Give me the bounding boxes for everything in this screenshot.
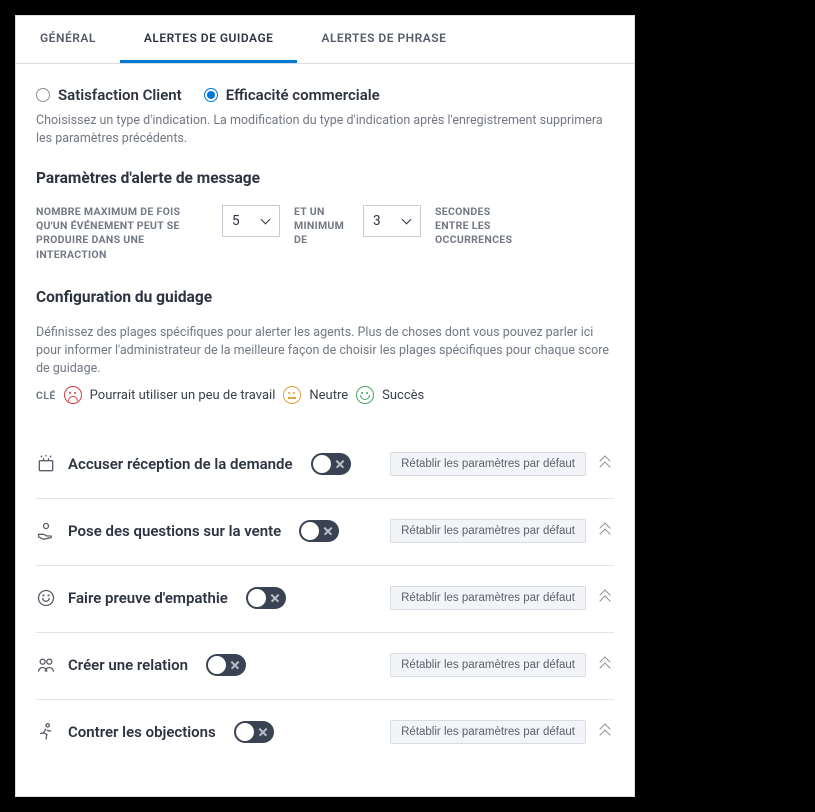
radio-label-sales: Efficacité commerciale: [226, 86, 380, 104]
key-work-text: Pourrait utiliser un peu de travail: [90, 388, 276, 403]
reset-defaults-button[interactable]: Rétablir les paramètres par défaut: [390, 519, 586, 543]
guidance-item-empathy: Faire preuve d'empathie Rétablir les par…: [36, 566, 614, 633]
reset-defaults-button[interactable]: Rétablir les paramètres par défaut: [390, 586, 586, 610]
guidance-item-questions: Pose des questions sur la vente Rétablir…: [36, 499, 614, 566]
guidance-item-rapport: Créer une relation Rétablir les paramètr…: [36, 633, 614, 700]
toggle-rapport[interactable]: [206, 654, 246, 676]
radio-customer-satisfaction[interactable]: [36, 88, 50, 102]
empathy-icon: [36, 588, 56, 608]
expand-icon[interactable]: [598, 456, 614, 472]
guidance-key-legend: CLÉ Pourrait utiliser un peu de travail …: [36, 386, 614, 404]
reset-defaults-button[interactable]: Rétablir les paramètres par défaut: [390, 653, 586, 677]
expand-icon[interactable]: [598, 657, 614, 673]
toggle-objections[interactable]: [234, 721, 274, 743]
settings-panel: GÉNÉRAL ALERTES DE GUIDAGE ALERTES DE PH…: [15, 15, 635, 797]
message-alert-settings-title: Paramètres d'alerte de message: [36, 169, 614, 187]
min-seconds-select[interactable]: 3: [363, 205, 421, 237]
message-params-row: NOMBRE MAXIMUM DE FOIS QU'UN ÉVÉNEMENT P…: [36, 205, 614, 262]
guidance-item-label: Créer une relation: [68, 656, 188, 674]
min-seconds-value: 3: [373, 213, 381, 229]
radio-label-satisfaction: Satisfaction Client: [58, 86, 182, 104]
key-label: CLÉ: [36, 389, 56, 402]
guidance-item-acknowledge: Accuser réception de la demande Rétablir…: [36, 432, 614, 499]
tab-bar: GÉNÉRAL ALERTES DE GUIDAGE ALERTES DE PH…: [16, 16, 634, 64]
tab-phrase-alerts[interactable]: ALERTES DE PHRASE: [297, 16, 470, 63]
guidance-item-label: Pose des questions sur la vente: [68, 522, 281, 540]
close-icon: [323, 526, 333, 536]
hand-coin-icon: [36, 521, 56, 541]
neutral-face-icon: [283, 386, 301, 404]
acknowledge-icon: [36, 454, 56, 474]
reset-defaults-button[interactable]: Rétablir les paramètres par défaut: [390, 720, 586, 744]
guidance-config-title: Configuration du guidage: [36, 288, 614, 306]
chevron-down-icon: [260, 216, 270, 226]
guidance-item-label: Contrer les objections: [68, 723, 216, 741]
expand-icon[interactable]: [598, 724, 614, 740]
happy-face-icon: [356, 386, 374, 404]
toggle-acknowledge[interactable]: [311, 453, 351, 475]
expand-icon[interactable]: [598, 590, 614, 606]
tab-general[interactable]: GÉNÉRAL: [16, 16, 120, 63]
max-occurrences-select[interactable]: 5: [222, 205, 280, 237]
key-success-text: Succès: [382, 388, 424, 403]
guidance-item-label: Faire preuve d'empathie: [68, 589, 228, 607]
min-label: ET UN MINIMUM DE: [294, 205, 349, 248]
radio-sales-effectiveness[interactable]: [204, 88, 218, 102]
seconds-between-label: SECONDES ENTRE LES OCCURRENCES: [435, 205, 527, 248]
guidance-item-label: Accuser réception de la demande: [68, 455, 293, 473]
chevron-down-icon: [401, 216, 411, 226]
close-icon: [258, 727, 268, 737]
max-occurrences-value: 5: [232, 213, 240, 229]
close-icon: [230, 660, 240, 670]
sad-face-icon: [64, 386, 82, 404]
toggle-empathy[interactable]: [246, 587, 286, 609]
expand-icon[interactable]: [598, 523, 614, 539]
guidance-item-objections: Contrer les objections Rétablir les para…: [36, 700, 614, 766]
close-icon: [270, 593, 280, 603]
running-icon: [36, 722, 56, 742]
tab-guidance-alerts[interactable]: ALERTES DE GUIDAGE: [120, 16, 298, 63]
max-occurrences-label: NOMBRE MAXIMUM DE FOIS QU'UN ÉVÉNEMENT P…: [36, 205, 208, 262]
hint-type-help: Choisissez un type d'indication. La modi…: [36, 112, 614, 147]
reset-defaults-button[interactable]: Rétablir les paramètres par défaut: [390, 452, 586, 476]
content-area: Satisfaction Client Efficacité commercia…: [16, 64, 634, 796]
hint-type-row: Satisfaction Client Efficacité commercia…: [36, 86, 614, 104]
people-icon: [36, 655, 56, 675]
key-neutral-text: Neutre: [309, 388, 348, 403]
guidance-desc: Définissez des plages spécifiques pour a…: [36, 324, 614, 378]
toggle-questions[interactable]: [299, 520, 339, 542]
close-icon: [335, 459, 345, 469]
